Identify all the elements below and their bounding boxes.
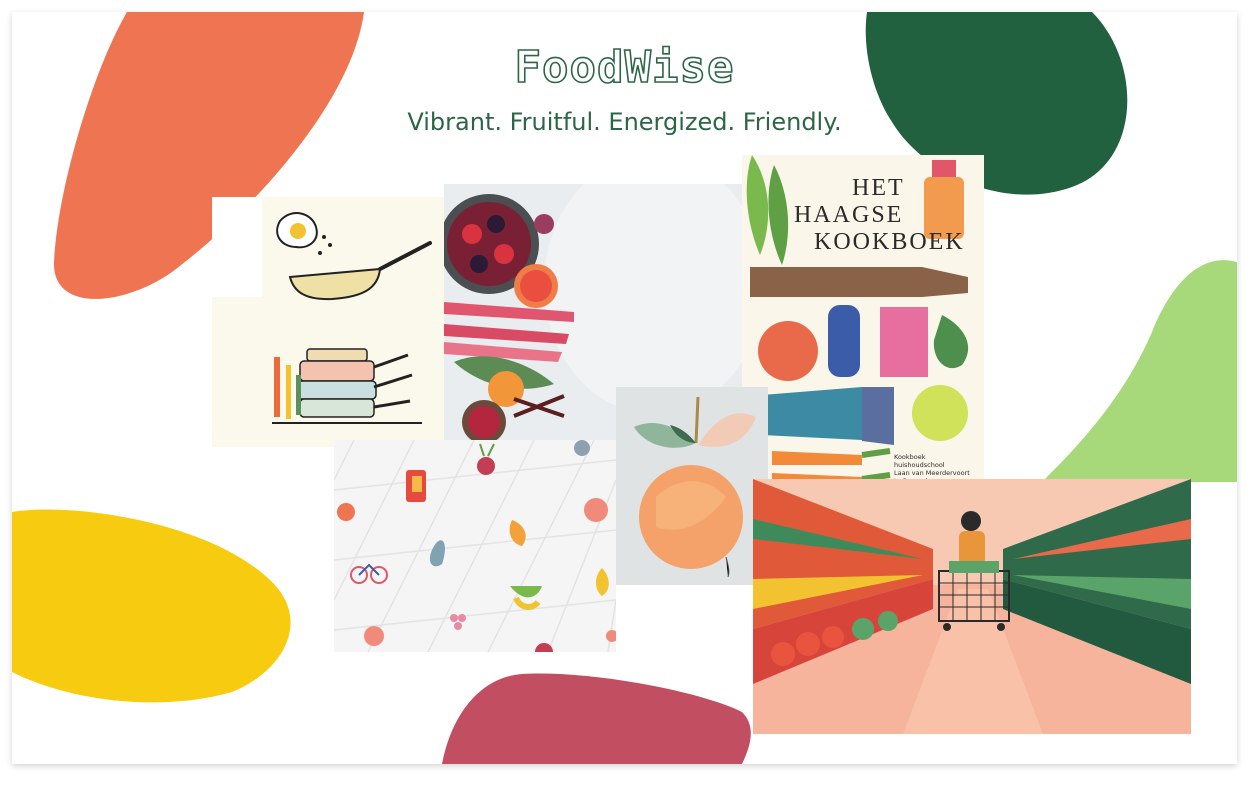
cookbook-title-line3: KOOKBOEK xyxy=(814,229,965,255)
cookbook-cover: HET HAAGSE KOOKBOEK Kookboek huishoudsch… xyxy=(742,155,984,515)
raspberry-blob xyxy=(442,673,751,764)
moodboard: FoodWise Vibrant. Fruitful. Energized. F… xyxy=(12,12,1237,764)
cookbook-imprint-line3: Laan van Meerdervoort xyxy=(894,469,970,477)
supermarket-illustration xyxy=(753,479,1191,734)
cooking-illustration xyxy=(212,197,444,447)
food-icons-pattern xyxy=(334,440,616,652)
cookbook-title-line2: HAAGSE xyxy=(794,202,904,228)
peach-watercolor xyxy=(616,387,768,585)
cookbook-title-line1: HET xyxy=(852,175,905,201)
cookbook-imprint-line1: Kookboek xyxy=(894,453,926,461)
brand-tagline: Vibrant. Fruitful. Energized. Friendly. xyxy=(407,108,842,136)
yellow-blob xyxy=(12,509,291,703)
light-green-blob xyxy=(1042,260,1237,482)
brand-logo: FoodWise xyxy=(514,41,735,94)
cookbook-imprint-line2: huishoudschool xyxy=(894,461,945,469)
